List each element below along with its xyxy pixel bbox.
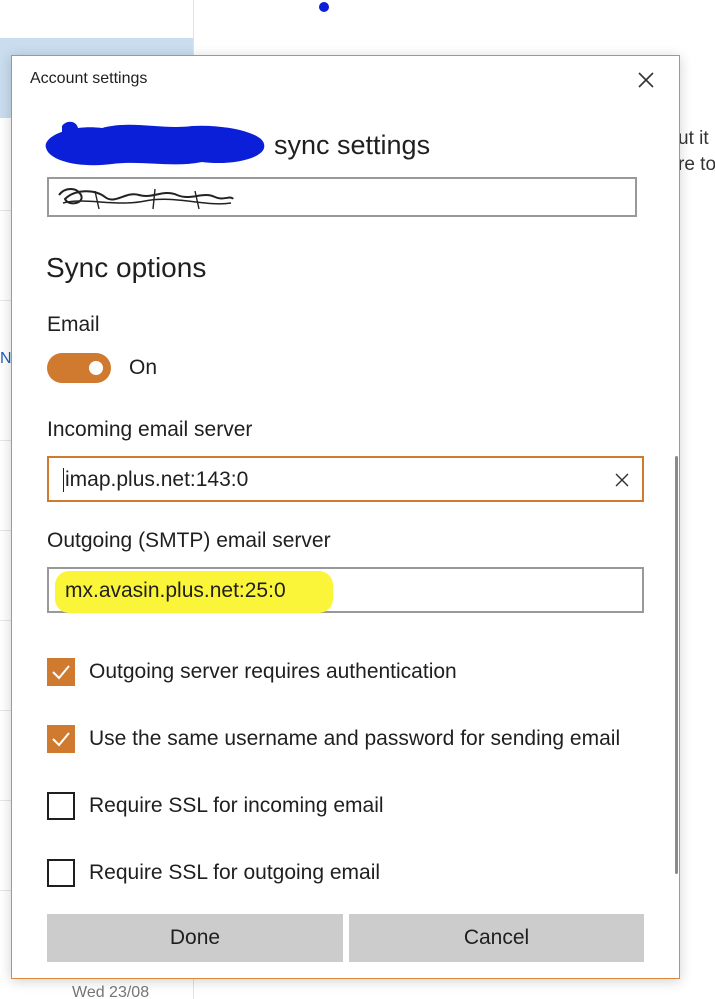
outgoing-server-value: mx.avasin.plus.net:25:0	[65, 579, 286, 602]
background-reading-text: re to	[678, 154, 715, 175]
checkbox-box[interactable]	[47, 725, 75, 753]
clear-icon	[615, 473, 629, 487]
checkmark-icon	[52, 732, 70, 747]
sync-options-title: Sync options	[46, 252, 207, 283]
incoming-server-value: imap.plus.net:143:0	[65, 468, 249, 491]
checkbox-label: Use the same username and password for s…	[89, 727, 621, 750]
account-name-input[interactable]	[47, 177, 637, 217]
checkmark-icon	[52, 665, 70, 680]
outgoing-server-input[interactable]: mx.avasin.plus.net:25:0	[47, 567, 644, 613]
incoming-server-input[interactable]: imap.plus.net:143:0	[47, 456, 644, 502]
email-toggle-state: On	[129, 356, 158, 379]
background-date-fragment: Wed 23/08	[72, 984, 150, 999]
checkbox-label: Require SSL for outgoing email	[89, 861, 381, 884]
done-button[interactable]: Done	[47, 914, 343, 962]
checkbox-box[interactable]	[47, 859, 75, 887]
heading-text: sync settings	[274, 130, 431, 160]
sync-settings-heading: sync settings	[46, 130, 430, 161]
close-button[interactable]	[630, 66, 662, 94]
checkbox-box[interactable]	[47, 658, 75, 686]
redaction-dot	[319, 2, 329, 12]
redacted-account-name-scribble	[58, 188, 234, 210]
account-settings-dialog: Account settings sync settings Sync opti…	[11, 55, 680, 979]
checkbox-same-credentials[interactable]: Use the same username and password for s…	[47, 724, 620, 754]
email-toggle[interactable]	[47, 353, 111, 383]
clear-incoming-button[interactable]	[612, 470, 632, 490]
outgoing-server-label: Outgoing (SMTP) email server	[47, 529, 331, 552]
close-icon	[638, 72, 654, 88]
background-reading-text: ut it i	[678, 128, 715, 149]
checkbox-box[interactable]	[47, 792, 75, 820]
dialog-title: Account settings	[30, 70, 148, 87]
checkbox-label: Require SSL for incoming email	[89, 794, 384, 817]
checkbox-ssl-incoming[interactable]: Require SSL for incoming email	[47, 791, 384, 821]
cancel-button[interactable]: Cancel	[349, 914, 644, 962]
toggle-knob	[89, 361, 103, 375]
checkbox-ssl-outgoing[interactable]: Require SSL for outgoing email	[47, 858, 380, 888]
checkbox-requires-auth[interactable]: Outgoing server requires authentication	[47, 657, 457, 687]
email-label: Email	[47, 313, 100, 336]
text-caret	[63, 468, 64, 492]
dialog-scrollbar[interactable]	[675, 456, 678, 874]
checkbox-label: Outgoing server requires authentication	[89, 660, 457, 683]
incoming-server-label: Incoming email server	[47, 418, 253, 441]
